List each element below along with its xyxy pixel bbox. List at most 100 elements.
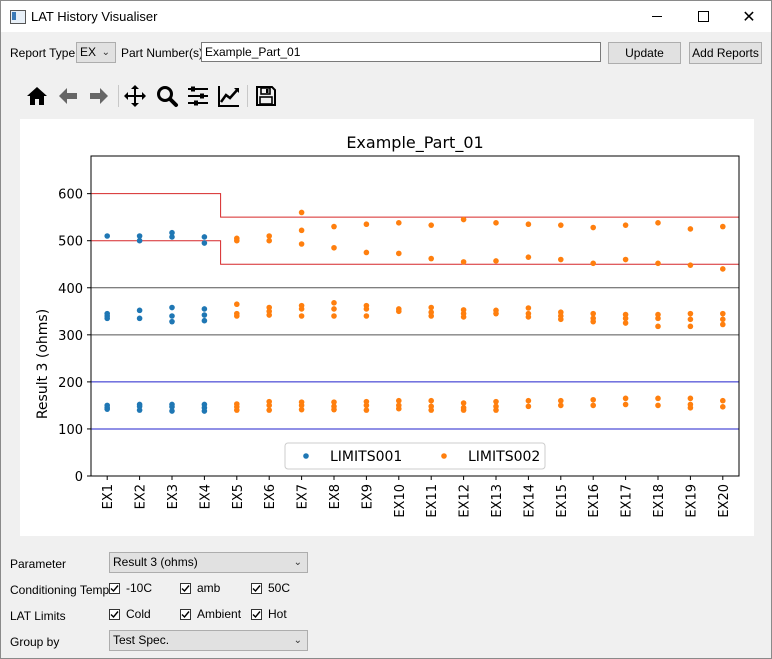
data-point-limits001 xyxy=(201,312,208,318)
x-tick-label: EX9 xyxy=(360,484,375,509)
checkmark-icon xyxy=(181,610,190,618)
data-point-limits001 xyxy=(169,313,175,319)
minimize-icon xyxy=(652,16,662,17)
checkbox-50c[interactable]: 50C xyxy=(251,581,290,595)
data-point-limits002 xyxy=(687,316,694,323)
data-point-limits002 xyxy=(493,310,499,317)
checkbox-box xyxy=(251,608,262,620)
y-tick-label: 200 xyxy=(58,376,83,391)
limit-line-0 xyxy=(91,193,739,218)
edit-axes-button[interactable] xyxy=(216,83,242,109)
y-tick-label: 100 xyxy=(58,423,83,438)
data-point-limits001 xyxy=(201,234,208,240)
checkbox-label: Ambient xyxy=(197,607,242,621)
checkmark-icon xyxy=(252,584,261,592)
checkbox-box xyxy=(180,608,191,620)
data-point-limits002 xyxy=(687,404,694,411)
checkbox-hot[interactable]: Hot xyxy=(251,607,287,621)
maximize-icon xyxy=(697,11,709,22)
data-point-limits002 xyxy=(298,241,305,247)
legend-label-limits001: LIMITS001 xyxy=(330,449,402,465)
chevron-down-icon: ⌄ xyxy=(101,47,110,58)
parameter-select[interactable]: Result 3 (ohms) ⌄ xyxy=(109,552,308,573)
data-point-limits002 xyxy=(428,222,435,228)
data-point-limits002 xyxy=(687,310,694,317)
zoom-icon xyxy=(157,86,178,107)
data-point-limits002 xyxy=(655,323,661,330)
title-bar: LAT History Visualiser ✕ xyxy=(1,1,771,32)
data-point-limits002 xyxy=(525,397,532,404)
update-button[interactable]: Update xyxy=(608,42,681,64)
checkbox-box xyxy=(109,582,120,594)
checkmark-icon xyxy=(110,584,119,592)
data-point-limits002 xyxy=(493,407,499,413)
window-title: LAT History Visualiser xyxy=(31,9,158,24)
checkbox-amb[interactable]: amb xyxy=(180,581,220,595)
data-point-limits002 xyxy=(266,407,272,413)
data-point-limits002 xyxy=(298,406,305,413)
x-tick-label: EX16 xyxy=(587,484,602,518)
data-point-limits001 xyxy=(169,408,175,414)
configure-subplots-button[interactable] xyxy=(185,83,211,109)
data-point-limits002 xyxy=(590,224,596,231)
report-type-label: Report Type xyxy=(10,46,76,60)
data-point-limits002 xyxy=(655,402,661,409)
group-by-label: Group by xyxy=(10,635,60,649)
data-point-limits002 xyxy=(525,221,532,228)
report-type-select[interactable]: EX ⌄ xyxy=(76,42,116,63)
x-tick-label: EX8 xyxy=(328,484,343,509)
data-point-limits002 xyxy=(298,306,305,312)
legend-label-limits002: LIMITS002 xyxy=(468,449,540,465)
save-icon xyxy=(256,86,276,106)
data-point-limits002 xyxy=(363,313,370,319)
x-tick-label: EX2 xyxy=(134,484,149,509)
home-button[interactable] xyxy=(24,83,50,109)
data-point-limits002 xyxy=(493,220,499,226)
data-point-limits002 xyxy=(687,226,694,232)
data-point-limits002 xyxy=(298,209,305,216)
data-point-limits002 xyxy=(558,256,564,263)
data-point-limits002 xyxy=(622,256,629,263)
x-tick-label: EX11 xyxy=(425,484,440,518)
data-point-limits002 xyxy=(428,255,435,262)
forward-button[interactable] xyxy=(86,83,112,109)
back-button[interactable] xyxy=(55,83,81,109)
data-point-limits002 xyxy=(428,407,435,413)
y-tick-label: 400 xyxy=(58,282,83,297)
data-point-limits001 xyxy=(104,315,110,322)
data-point-limits001 xyxy=(136,407,143,413)
save-button[interactable] xyxy=(253,83,279,109)
data-point-limits001 xyxy=(136,307,143,314)
data-point-limits002 xyxy=(590,318,596,325)
zoom-button[interactable] xyxy=(154,83,180,109)
plot-canvas[interactable]: Example_Part_01 Result 3 (ohms) 0 100 200 3… xyxy=(20,119,754,536)
legend: LIMITS001 LIMITS002 xyxy=(284,442,546,470)
data-point-limits002 xyxy=(720,397,726,404)
data-point-limits002 xyxy=(525,403,532,410)
data-point-limits002 xyxy=(460,407,467,413)
data-point-limits001 xyxy=(169,304,175,311)
add-reports-button[interactable]: Add Reports xyxy=(689,42,762,64)
data-point-limits002 xyxy=(298,227,305,234)
data-point-limits001 xyxy=(136,237,143,244)
group-by-select[interactable]: Test Spec. ⌄ xyxy=(109,630,308,651)
y-tick-label: 300 xyxy=(58,329,83,344)
checkbox-label: Cold xyxy=(126,607,151,621)
x-tick-label: EX6 xyxy=(263,484,278,509)
minimize-button[interactable] xyxy=(634,1,680,32)
maximize-button[interactable] xyxy=(680,1,726,32)
checkbox-cold[interactable]: Cold xyxy=(109,607,151,621)
data-point-limits002 xyxy=(266,312,272,318)
x-tick-label: EX17 xyxy=(620,484,635,518)
data-point-limits002 xyxy=(720,223,726,230)
pan-button[interactable] xyxy=(122,83,148,109)
report-type-value: EX xyxy=(80,45,97,59)
part-numbers-input[interactable]: Example_Part_01 xyxy=(201,42,601,62)
close-button[interactable]: ✕ xyxy=(726,1,772,32)
data-point-limits002 xyxy=(525,314,532,320)
checkbox-minus10c[interactable]: -10C xyxy=(109,581,152,595)
data-point-limits002 xyxy=(558,316,564,323)
data-point-limits002 xyxy=(720,316,726,323)
checkbox-ambient[interactable]: Ambient xyxy=(180,607,241,621)
data-point-limits002 xyxy=(331,306,337,312)
